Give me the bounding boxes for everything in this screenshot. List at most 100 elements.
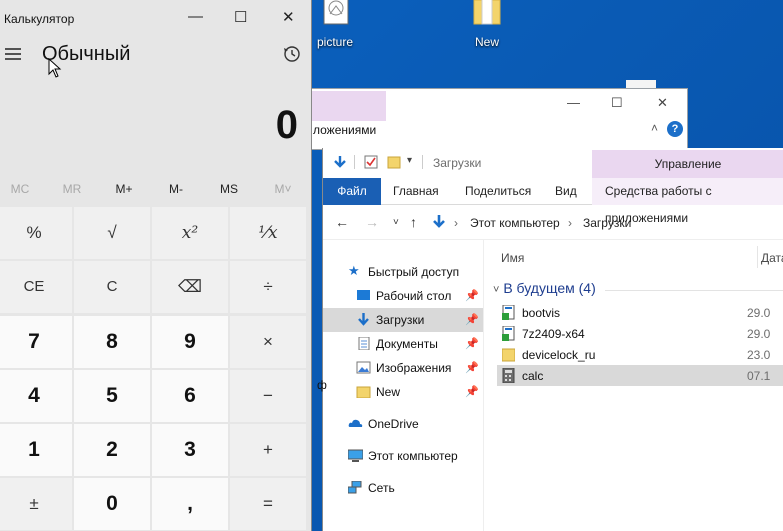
column-name[interactable]: Имя [501, 251, 524, 265]
memory-list-button[interactable]: M˅ [257, 182, 309, 196]
file-date: 07.1 [747, 369, 771, 383]
memory-store-button[interactable]: MS [203, 182, 255, 196]
tree-item-quick-access[interactable]: ★ Быстрый доступ [323, 260, 483, 284]
pin-icon[interactable]: 📌 [465, 337, 479, 350]
memory-clear-button[interactable]: MC [0, 182, 46, 196]
breadcrumb-downloads[interactable]: Загрузки [583, 216, 631, 230]
digit-6-button[interactable]: 6 [152, 370, 228, 422]
percent-button[interactable]: % [0, 207, 72, 259]
tab-view[interactable]: Вид [555, 178, 577, 205]
new-folder-icon[interactable] [387, 155, 401, 169]
background-explorer-window[interactable]: ложениями — ☐ ✕ ˄ ? [300, 88, 688, 150]
digit-2-button[interactable]: 2 [74, 424, 150, 476]
memory-add-button[interactable]: M+ [98, 182, 150, 196]
tree-item-label: Этот компьютер [368, 449, 458, 463]
minimize-button[interactable]: — [188, 8, 203, 25]
digit-1-button[interactable]: 1 [0, 424, 72, 476]
digit-7-button[interactable]: 7 [0, 316, 72, 368]
square-root-button[interactable]: √ [74, 207, 150, 259]
back-arrow-icon[interactable]: ← [335, 214, 349, 230]
tree-item-documents[interactable]: Документы 📌 [323, 332, 483, 356]
file-row-selected[interactable]: calc 07.1 [497, 365, 783, 386]
download-arrow-icon[interactable] [333, 155, 347, 169]
mode-bar: Обычный [0, 36, 311, 78]
digit-0-button[interactable]: 0 [74, 478, 150, 530]
tab-home[interactable]: Главная [393, 178, 439, 205]
tree-item-pictures[interactable]: Изображения 📌 [323, 356, 483, 380]
customize-dropdown-icon[interactable]: ▾ [407, 155, 412, 166]
tree-item-label: New [376, 385, 401, 399]
pin-icon[interactable]: 📌 [465, 385, 479, 398]
square-button[interactable]: x² [152, 207, 228, 259]
file-name: 7z2409-x64 [522, 327, 585, 341]
decimal-separator-button[interactable]: , [152, 478, 228, 530]
file-row[interactable]: 7z2409-x64 29.0 [497, 323, 783, 344]
tree-item-new[interactable]: New 📌 [323, 380, 483, 404]
digit-5-button[interactable]: 5 [74, 370, 150, 422]
backspace-button[interactable]: ⌫ [152, 261, 228, 313]
breadcrumb-this-pc[interactable]: Этот компьютер [470, 216, 560, 230]
up-arrow-icon[interactable]: ↑ [410, 214, 417, 230]
pin-icon[interactable]: 📌 [465, 289, 479, 302]
tree-item-this-pc[interactable]: Этот компьютер [323, 444, 483, 468]
installer-icon [502, 326, 515, 341]
negate-button[interactable]: ± [0, 478, 72, 530]
pin-icon[interactable]: 📌 [465, 313, 479, 326]
file-name: calc [522, 369, 544, 383]
pane-divider[interactable] [483, 240, 484, 531]
hamburger-menu-icon[interactable] [5, 48, 21, 60]
digit-4-button[interactable]: 4 [0, 370, 72, 422]
memory-subtract-button[interactable]: M- [150, 182, 202, 196]
file-row[interactable]: devicelock_ru 23.0 [497, 344, 783, 365]
clear-button[interactable]: C [74, 261, 150, 313]
desktop-icon-new-folder[interactable]: New [452, 0, 522, 49]
file-name: bootvis [522, 306, 561, 320]
tree-item-downloads[interactable]: Загрузки 📌 [323, 308, 483, 332]
close-button[interactable]: ✕ [282, 8, 295, 26]
file-name: devicelock_ru [522, 348, 596, 362]
history-icon[interactable] [283, 45, 301, 63]
result-display: 0 [275, 103, 298, 147]
tree-item-label: Рабочий стол [376, 289, 452, 303]
manage-tab[interactable]: Управление [592, 150, 783, 178]
tab-share[interactable]: Поделиться [465, 178, 531, 205]
mouse-cursor-icon [48, 58, 62, 78]
close-button[interactable]: ✕ [657, 95, 668, 111]
chevron-up-icon[interactable]: ˄ [651, 121, 658, 135]
tree-item-onedrive[interactable]: OneDrive [323, 412, 483, 436]
tree-item-label: Изображения [376, 361, 452, 375]
file-row[interactable]: bootvis 29.0 [497, 302, 783, 323]
help-icon[interactable]: ? [667, 121, 683, 137]
divide-button[interactable]: ÷ [230, 261, 306, 313]
address-bar: ← → ˅ ↑ › Этот компьютер › Загрузки [323, 205, 783, 240]
digit-3-button[interactable]: 3 [152, 424, 228, 476]
pin-icon[interactable]: 📌 [465, 361, 479, 374]
tab-app-tools[interactable]: Средства работы с приложениями [592, 178, 783, 225]
memory-recall-button[interactable]: MR [46, 182, 98, 196]
digit-8-button[interactable]: 8 [74, 316, 150, 368]
equals-button[interactable]: = [230, 478, 306, 530]
minimize-button[interactable]: — [567, 95, 580, 110]
maximize-button[interactable]: ☐ [611, 95, 623, 111]
multiply-button[interactable]: × [230, 316, 306, 368]
properties-icon[interactable] [364, 155, 378, 169]
forward-arrow-icon[interactable]: → [365, 214, 379, 230]
tab-file[interactable]: Файл [323, 178, 381, 205]
column-date[interactable]: Дата [761, 251, 783, 265]
image-file-icon [323, 0, 349, 25]
digit-9-button[interactable]: 9 [152, 316, 228, 368]
breadcrumb-separator: › [454, 216, 458, 230]
quick-access-toolbar: ▾ Загрузки Управление [323, 148, 783, 178]
group-header[interactable]: ˅ В будущем (4) [493, 280, 596, 296]
title-bar[interactable]: Калькулятор — ☐ ✕ [0, 0, 311, 36]
maximize-button[interactable]: ☐ [234, 8, 247, 26]
add-button[interactable]: + [230, 424, 306, 476]
reciprocal-button[interactable]: ¹⁄x [230, 207, 306, 259]
column-divider[interactable] [757, 246, 758, 268]
tree-item-network[interactable]: Сеть [323, 476, 483, 500]
subtract-button[interactable]: − [230, 370, 306, 422]
recent-dropdown-icon[interactable]: ˅ [393, 217, 399, 228]
desktop-icon [357, 290, 370, 300]
clear-entry-button[interactable]: CE [0, 261, 72, 313]
tree-item-desktop[interactable]: Рабочий стол 📌 [323, 284, 483, 308]
